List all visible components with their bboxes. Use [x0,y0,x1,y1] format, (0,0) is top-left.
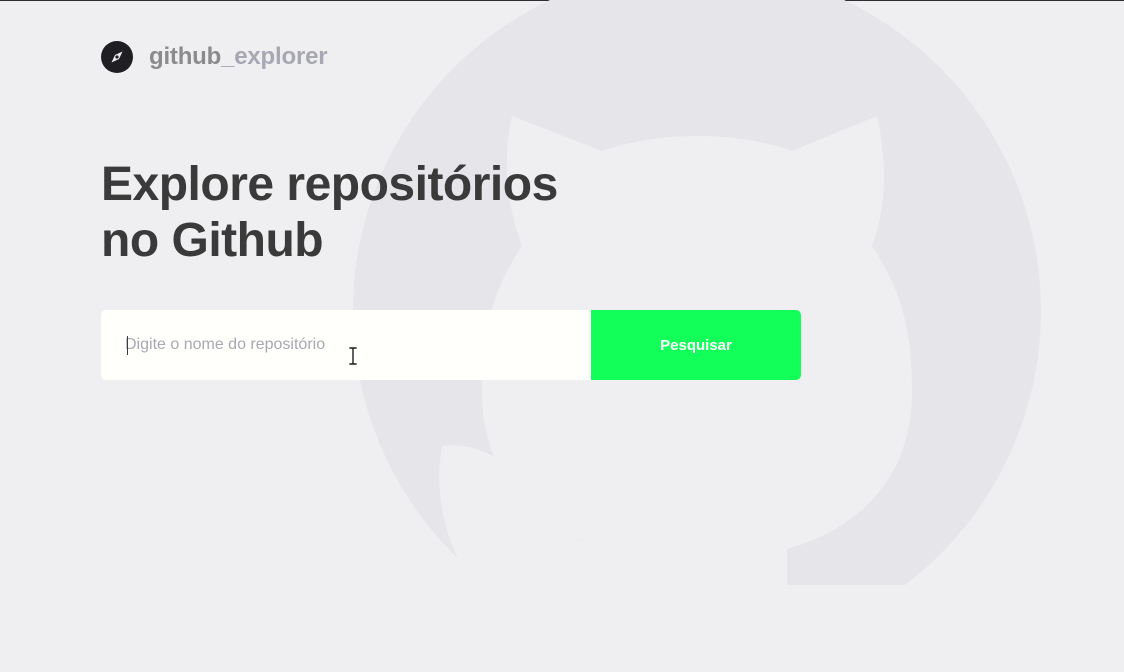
brand-logo: github_explorer [101,41,328,73]
search-page: github_explorer Explore repositórios no … [0,1,1124,672]
compass-icon [101,41,133,73]
repository-search-input[interactable] [101,310,591,380]
brand-name-secondary: _explorer [221,43,328,70]
search-button[interactable]: Pesquisar [591,310,801,380]
brand-name: github_explorer [149,43,328,71]
page-title-line-2: no Github [101,214,324,267]
search-form: Pesquisar [101,310,801,380]
brand-name-primary: github [149,43,222,70]
text-cursor-icon [349,347,357,365]
page-title: Explore repositórios no Github [101,157,621,269]
text-caret [127,336,128,355]
page-title-line-1: Explore repositórios [101,158,558,211]
